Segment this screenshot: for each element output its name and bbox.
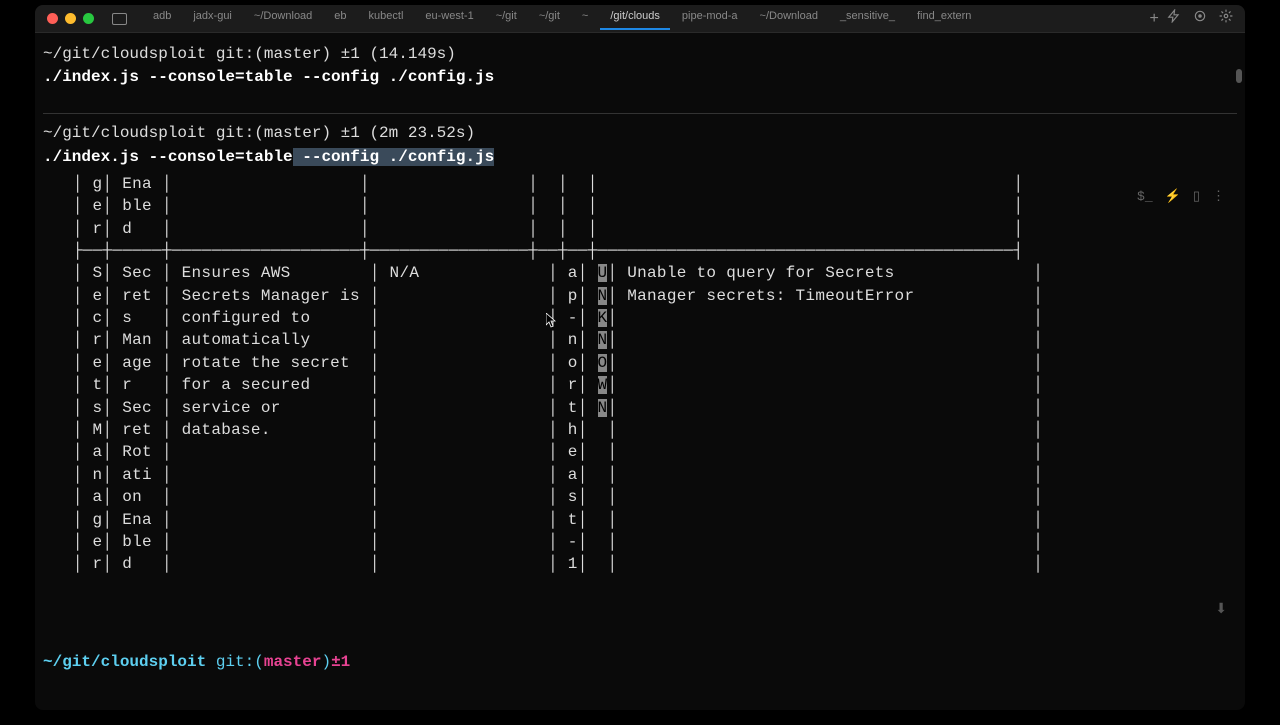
tab-4[interactable]: kubectl (359, 8, 414, 30)
tab-0[interactable]: adb (143, 8, 181, 30)
maximize-button[interactable] (83, 13, 94, 24)
titlebar: adbjadx-gui~/Downloadebkubectleu-west-1~… (35, 5, 1245, 33)
location-icon[interactable] (1193, 9, 1207, 28)
block-toolbar: $_ ⚡ ▯ ⋮ (1137, 188, 1225, 207)
tab-11[interactable]: ~/Download (750, 8, 828, 30)
selected-text: --config ./config.js (293, 148, 495, 166)
block-divider (43, 113, 1237, 114)
retry-icon[interactable]: $_ (1137, 188, 1153, 207)
download-icon[interactable]: ⬇ (1215, 600, 1227, 620)
new-tab-button[interactable]: + (1149, 10, 1159, 28)
terminal-window: adbjadx-gui~/Downloadebkubectleu-west-1~… (35, 5, 1245, 710)
tab-7[interactable]: ~/git (529, 8, 570, 30)
panel-icon[interactable] (112, 13, 127, 25)
command-line-2: ./index.js --console=table --config ./co… (43, 146, 1237, 169)
tab-10[interactable]: pipe-mod-a (672, 8, 748, 30)
bolt-icon[interactable]: ⚡ (1165, 188, 1181, 207)
tab-12[interactable]: _sensitive_ (830, 8, 905, 30)
tab-1[interactable]: jadx-gui (183, 8, 242, 30)
prompt-line-1: ~/git/cloudsploit git:(master) ±1 (14.14… (43, 43, 1237, 66)
scrollbar[interactable] (1236, 69, 1242, 83)
command-line-1: ./index.js --console=table --config ./co… (43, 66, 1237, 89)
prompt-branch: master (264, 653, 322, 671)
prompt-path: ~/git/cloudsploit (43, 653, 216, 671)
tab-2[interactable]: ~/Download (244, 8, 322, 30)
prompt-git-label: git:( (216, 653, 264, 671)
bolt-icon[interactable] (1167, 9, 1181, 28)
bookmark-icon[interactable]: ▯ (1193, 188, 1200, 207)
tab-5[interactable]: eu-west-1 (415, 8, 483, 30)
close-button[interactable] (47, 13, 58, 24)
bottom-prompt: ~/git/cloudsploit git:(master)±1 (43, 651, 350, 674)
terminal-content[interactable]: ~/git/cloudsploit git:(master) ±1 (14.14… (35, 33, 1245, 710)
prompt-diff: ±1 (331, 653, 350, 671)
prompt-line-2: ~/git/cloudsploit git:(master) ±1 (2m 23… (43, 122, 1237, 145)
tab-6[interactable]: ~/git (486, 8, 527, 30)
tab-9[interactable]: /git/clouds (600, 8, 670, 30)
tab-list: adbjadx-gui~/Downloadebkubectleu-west-1~… (143, 8, 1141, 30)
window-controls (47, 13, 94, 24)
output-table: │ g│ Ena │ │ │ │ │ │ │ e│ ble │ │ │ │ │ … (43, 173, 1237, 576)
tab-13[interactable]: find_extern (907, 8, 981, 30)
tab-8[interactable]: ~ (572, 8, 598, 30)
more-icon[interactable]: ⋮ (1212, 188, 1225, 207)
gear-icon[interactable] (1219, 9, 1233, 28)
titlebar-actions (1167, 9, 1233, 28)
tab-3[interactable]: eb (324, 8, 356, 30)
minimize-button[interactable] (65, 13, 76, 24)
